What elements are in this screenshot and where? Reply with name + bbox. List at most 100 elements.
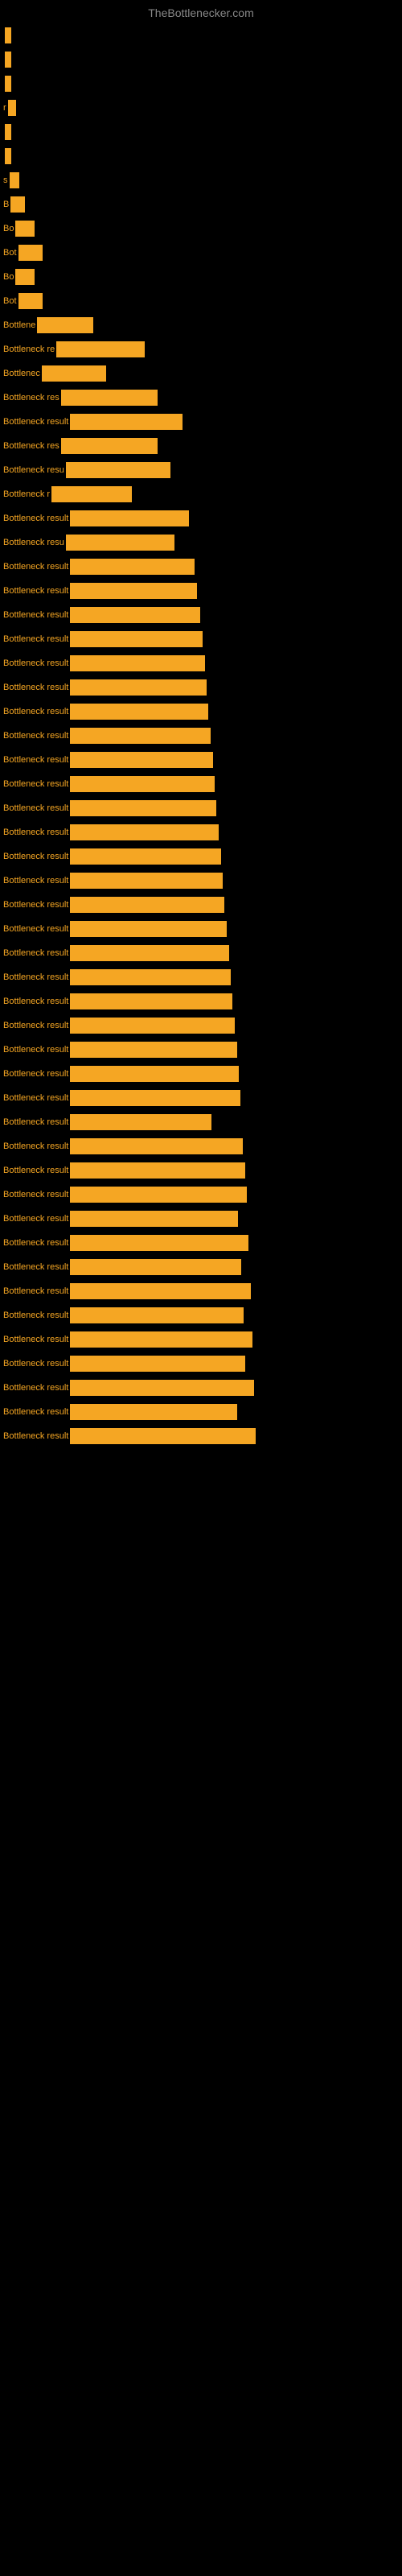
bar-fill bbox=[70, 945, 229, 961]
bar-row: Bottleneck result bbox=[2, 1085, 402, 1109]
bar-label: Bottleneck result bbox=[3, 1021, 70, 1030]
bar-fill bbox=[70, 993, 232, 1009]
bar-fill bbox=[70, 969, 231, 985]
bar-row bbox=[2, 119, 402, 143]
bar-row: Bot bbox=[2, 240, 402, 264]
bar-row: r bbox=[2, 95, 402, 119]
bar-label: Bot bbox=[3, 296, 18, 306]
bar-label: Bottleneck result bbox=[3, 1069, 70, 1079]
bar-row: Bottleneck result bbox=[2, 506, 402, 530]
bar-row: Bottleneck result bbox=[2, 1182, 402, 1206]
bar-label: Bottleneck result bbox=[3, 1335, 70, 1344]
bar-fill bbox=[70, 1090, 240, 1106]
bar-row: Bottleneck result bbox=[2, 602, 402, 626]
bar-row: Bottleneck result bbox=[2, 1375, 402, 1399]
bar-fill bbox=[66, 535, 174, 551]
bar-label: Bottleneck result bbox=[3, 755, 70, 765]
bar-row bbox=[2, 23, 402, 47]
bar-fill bbox=[70, 631, 203, 647]
bar-row: Bottleneck result bbox=[2, 844, 402, 868]
bar-fill bbox=[66, 462, 170, 478]
bar-label: Bottlenec bbox=[3, 369, 42, 378]
bar-fill bbox=[70, 1283, 251, 1299]
bar-label: Bottleneck result bbox=[3, 1383, 70, 1393]
bar-row: Bottleneck result bbox=[2, 868, 402, 892]
bar-fill bbox=[70, 1380, 254, 1396]
bar-label: Bo bbox=[3, 224, 15, 233]
bar-label: Bottleneck result bbox=[3, 610, 70, 620]
bar-fill bbox=[70, 1042, 237, 1058]
bar-row: Bottleneck resu bbox=[2, 530, 402, 554]
bar-fill bbox=[42, 365, 106, 382]
bar-label: Bot bbox=[3, 248, 18, 258]
bar-fill bbox=[61, 438, 158, 454]
bar-fill bbox=[56, 341, 145, 357]
bar-fill bbox=[8, 100, 16, 116]
bar-row bbox=[2, 143, 402, 167]
bar-fill bbox=[5, 124, 11, 140]
bar-fill bbox=[70, 1162, 245, 1179]
bar-label: Bottleneck result bbox=[3, 417, 70, 427]
bar-fill bbox=[70, 655, 205, 671]
bar-fill bbox=[70, 824, 219, 840]
bar-row: Bottlene bbox=[2, 312, 402, 336]
bar-label: Bottleneck result bbox=[3, 1359, 70, 1368]
bar-fill bbox=[70, 1259, 241, 1275]
bar-label: Bottleneck result bbox=[3, 1431, 70, 1441]
bar-fill bbox=[70, 1356, 245, 1372]
bar-label: Bottleneck resu bbox=[3, 465, 66, 475]
bar-fill bbox=[70, 1066, 239, 1082]
bar-row: Bottleneck result bbox=[2, 1302, 402, 1327]
bar-row: Bottleneck res bbox=[2, 385, 402, 409]
bar-row: Bottleneck result bbox=[2, 1061, 402, 1085]
bar-fill bbox=[70, 776, 215, 792]
bar-row: Bottleneck result bbox=[2, 1278, 402, 1302]
bar-fill bbox=[70, 848, 221, 865]
bar-fill bbox=[10, 196, 25, 213]
bar-row: Bottleneck result bbox=[2, 699, 402, 723]
bar-label: Bottleneck result bbox=[3, 634, 70, 644]
bar-label: Bottleneck result bbox=[3, 1117, 70, 1127]
bar-fill bbox=[5, 52, 11, 68]
bar-row: Bottleneck result bbox=[2, 1254, 402, 1278]
bar-row: Bottleneck res bbox=[2, 433, 402, 457]
bar-row: Bottleneck result bbox=[2, 1327, 402, 1351]
bar-label: Bottleneck result bbox=[3, 683, 70, 692]
bar-label: Bottleneck result bbox=[3, 1238, 70, 1248]
bar-row: Bottleneck result bbox=[2, 964, 402, 989]
bar-label: Bottleneck resu bbox=[3, 538, 66, 547]
bar-fill bbox=[18, 245, 43, 261]
bar-row: Bottlenec bbox=[2, 361, 402, 385]
bar-row: Bottleneck result bbox=[2, 1399, 402, 1423]
bar-label: Bottleneck result bbox=[3, 997, 70, 1006]
bar-fill bbox=[5, 148, 11, 164]
bar-row: B bbox=[2, 192, 402, 216]
bar-label: Bo bbox=[3, 272, 15, 282]
bar-label: Bottleneck result bbox=[3, 1311, 70, 1320]
bar-fill bbox=[70, 1235, 248, 1251]
bar-fill bbox=[5, 76, 11, 92]
bar-label: Bottleneck result bbox=[3, 803, 70, 813]
bar-fill bbox=[70, 510, 189, 526]
bar-label: Bottleneck result bbox=[3, 1214, 70, 1224]
bar-fill bbox=[10, 172, 19, 188]
bar-row: Bottleneck result bbox=[2, 650, 402, 675]
bar-label: Bottleneck result bbox=[3, 707, 70, 716]
bar-label: Bottleneck result bbox=[3, 876, 70, 886]
bar-row: Bot bbox=[2, 288, 402, 312]
bar-label: Bottleneck result bbox=[3, 779, 70, 789]
bar-fill bbox=[70, 1428, 256, 1444]
bar-label: Bottleneck result bbox=[3, 972, 70, 982]
bar-row: Bottleneck result bbox=[2, 771, 402, 795]
bar-label: Bottleneck result bbox=[3, 586, 70, 596]
bar-label: Bottleneck res bbox=[3, 393, 61, 402]
bar-fill bbox=[70, 1404, 237, 1420]
bar-label: Bottleneck re bbox=[3, 345, 56, 354]
bar-row: Bottleneck result bbox=[2, 892, 402, 916]
bar-fill bbox=[5, 27, 11, 43]
bar-fill bbox=[37, 317, 93, 333]
bar-label: Bottleneck result bbox=[3, 1093, 70, 1103]
bar-label: Bottleneck result bbox=[3, 731, 70, 741]
bar-fill bbox=[70, 1211, 238, 1227]
bar-row bbox=[2, 47, 402, 71]
